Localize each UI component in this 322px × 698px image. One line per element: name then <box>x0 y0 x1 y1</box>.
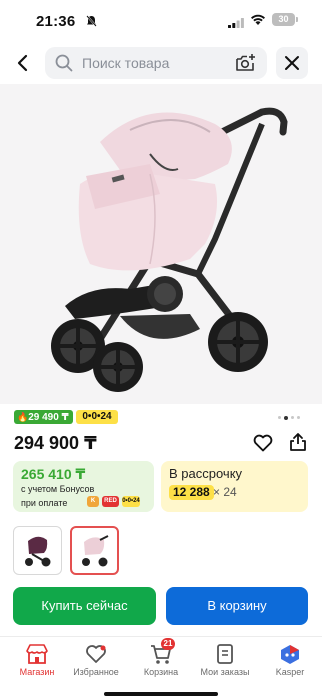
battery-indicator: 30 <box>272 13 295 26</box>
kaspi-pay-icon: K <box>87 496 99 507</box>
nav-label-kasper: Kasper <box>275 667 305 677</box>
wheel-rear-back <box>147 276 183 312</box>
installment-multiplier: × 24 <box>213 485 237 499</box>
cart-count-badge: 21 <box>161 638 175 650</box>
nav-item-shop[interactable]: Магазин <box>7 641 67 681</box>
bonus-offer-card[interactable]: 265 410 ₸ с учетом Бонусов при оплате K … <box>13 461 154 512</box>
share-icon[interactable] <box>288 432 308 457</box>
signal-icon <box>228 15 244 33</box>
bottom-nav: Магазин Избранное 21 Корзина Мои заказы <box>0 636 322 698</box>
close-button[interactable] <box>276 47 308 79</box>
home-indicator <box>104 692 218 696</box>
status-bar: 21:36 30 <box>0 0 322 40</box>
nav-item-kasper[interactable]: Kasper <box>260 641 320 681</box>
product-price: 294 900 ₸ <box>14 433 97 453</box>
bonus-price: 265 410 ₸ <box>21 466 86 482</box>
bonus-badge-text: 29 490 ₸ <box>28 412 69 423</box>
add-to-cart-button[interactable]: В корзину <box>166 587 308 625</box>
fire-icon: 🔥 <box>17 412 29 422</box>
heart-icon <box>84 643 108 665</box>
search-input[interactable]: Поиск товара <box>45 47 267 79</box>
search-header: Поиск товара <box>0 44 322 82</box>
product-image[interactable] <box>0 84 322 404</box>
image-pager-dots <box>278 409 303 420</box>
search-icon <box>55 54 73 77</box>
buy-now-button[interactable]: Купить сейчас <box>13 587 156 625</box>
status-time: 21:36 <box>36 13 76 30</box>
shop-icon <box>25 643 49 665</box>
bonus-line-2: при оплате <box>21 498 68 508</box>
stroller-image <box>51 107 288 392</box>
back-button[interactable] <box>12 50 36 76</box>
camera-icon[interactable] <box>235 53 257 78</box>
installment-title: В рассрочку <box>169 466 243 481</box>
favorite-heart-icon[interactable] <box>253 434 273 457</box>
installment-amount: 12 288 <box>169 485 214 500</box>
bonus-line-1: с учетом Бонусов <box>21 484 95 494</box>
installment-offer-card[interactable]: В рассрочку 12 288 × 24 <box>161 461 308 512</box>
search-placeholder: Поиск товара <box>82 55 170 71</box>
nav-item-cart[interactable]: 21 Корзина <box>131 638 191 681</box>
battery-cap <box>296 17 298 22</box>
muted-bell-icon <box>86 14 97 32</box>
wheel-rear <box>208 312 268 372</box>
orders-icon <box>213 643 237 665</box>
red-pay-icon: RED <box>102 496 119 507</box>
nav-label-orders: Мои заказы <box>200 667 250 677</box>
installment-pay-icon: 0•0•24 <box>122 496 140 507</box>
close-icon <box>285 56 299 70</box>
wheel-front-right <box>93 342 143 392</box>
thumbnail-1[interactable] <box>13 526 62 575</box>
wifi-icon <box>250 13 266 31</box>
product-page: 21:36 30 Поиск товара 🔥29 490 ₸ 0•0•24 2… <box>0 0 322 698</box>
nav-item-favorites[interactable]: Избранное <box>66 641 126 681</box>
bonus-badge: 🔥29 490 ₸ <box>14 410 73 424</box>
nav-label-favorites: Избранное <box>73 667 119 677</box>
nav-label-cart: Корзина <box>143 667 179 677</box>
chevron-left-icon <box>17 54 28 72</box>
kasper-icon <box>278 643 302 665</box>
installment-badge: 0•0•24 <box>76 410 118 424</box>
nav-label-shop: Магазин <box>19 667 55 677</box>
thumbnail-2-selected[interactable] <box>70 526 119 575</box>
nav-item-orders[interactable]: Мои заказы <box>195 641 255 681</box>
